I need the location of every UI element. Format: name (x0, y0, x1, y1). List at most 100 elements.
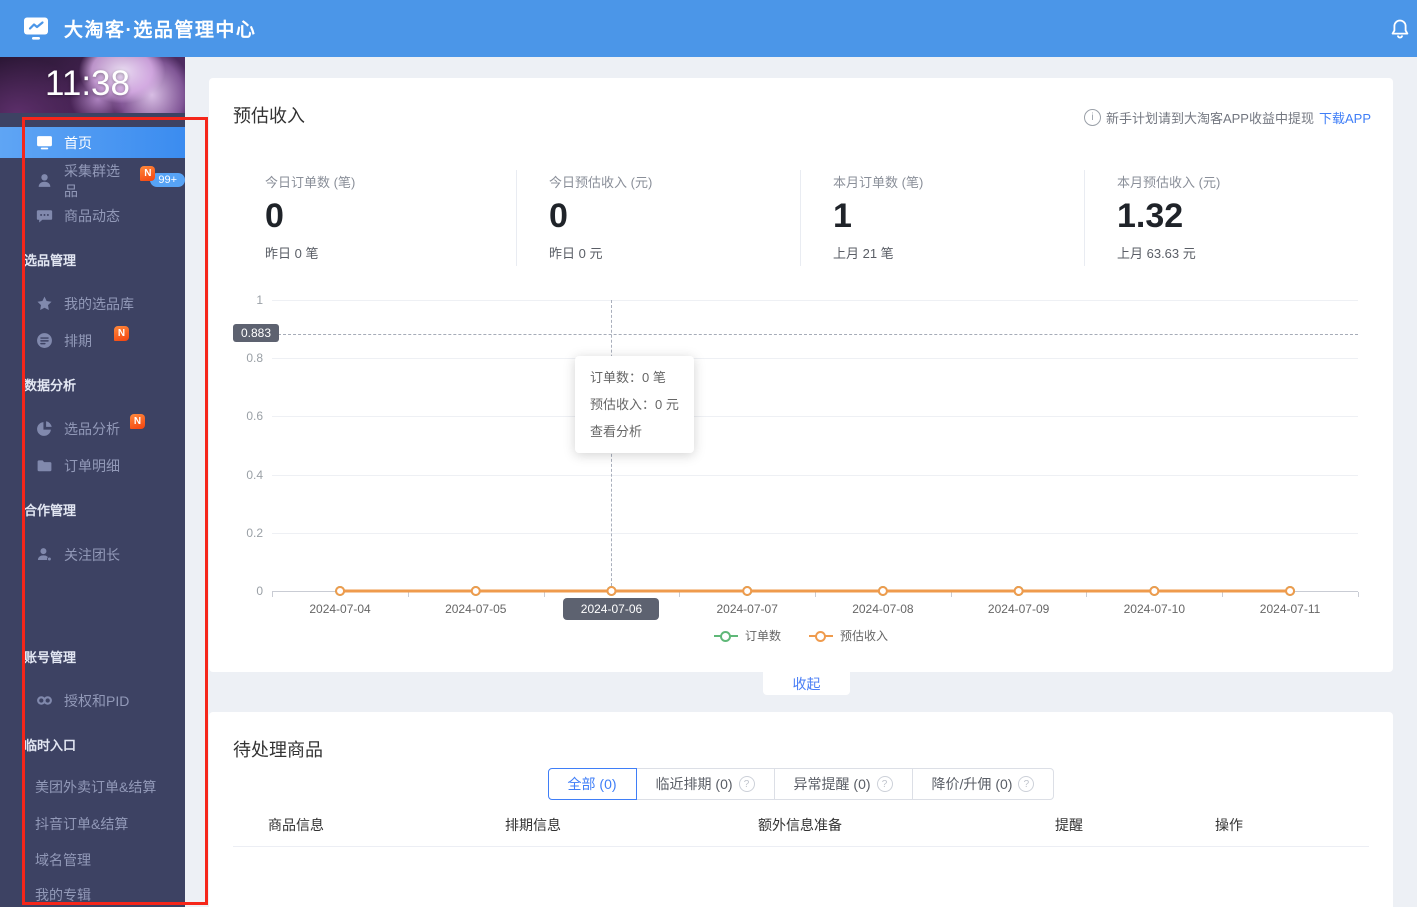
help-icon[interactable]: ? (738, 776, 755, 792)
collapse-button[interactable]: 收起 (763, 672, 850, 695)
sidebar-link-douyin-orders[interactable]: 抖音订单&结算 (35, 814, 128, 834)
list-circle-icon (37, 333, 52, 348)
xlabel: 2024-07-07 (716, 602, 778, 616)
sidebar-item-label: 订单明细 (64, 457, 120, 474)
estimated-revenue-card: 预估收入 i 新手计划请到大淘客APP收益中提现 下载APP 今日订单数 (笔)… (209, 78, 1393, 672)
download-app-link[interactable]: 下载APP (1319, 108, 1371, 127)
ytick: 0.8 (246, 351, 263, 366)
tab-price-drop-commission[interactable]: 降价/升佣 (0) ? (911, 768, 1055, 800)
sidebar-item-label: 授权和PID (64, 692, 130, 709)
sidebar-item-product-updates[interactable]: 商品动态 (0, 200, 185, 231)
legend-label: 订单数 (744, 629, 781, 643)
sidebar-item-label: 采集群选品 (64, 162, 120, 199)
tab-label: 异常提醒 (0) (793, 776, 871, 792)
sidebar-item-my-library[interactable]: 我的选品库 (0, 288, 185, 319)
stat-label: 本月订单数 (笔) (833, 175, 924, 190)
btick (1357, 592, 1359, 597)
tooltip-orders: 订单数：0 笔 (590, 370, 666, 385)
star-icon (37, 296, 52, 310)
user-icon (38, 174, 51, 187)
sidebar-item-label: 我的选品库 (64, 295, 134, 312)
sidebar-section-data-analysis: 数据分析 (24, 378, 77, 393)
tab-label: 降价/升佣 (0) (931, 776, 1013, 792)
stat-sub: 上月 63.63 元 (1117, 246, 1196, 261)
stat-sub: 昨日 0 元 (549, 246, 603, 261)
count-badge: 99+ (150, 172, 185, 187)
pending-card-title: 待处理商品 (233, 740, 323, 760)
sidebar-item-order-details[interactable]: 订单明细 (0, 450, 185, 481)
tab-upcoming-schedule[interactable]: 临近排期 (0) ? (635, 768, 775, 800)
ytick: 1 (256, 293, 263, 307)
stat-month-orders: 本月订单数 (笔) 1 上月 21 笔 (801, 170, 1085, 266)
btick (407, 592, 409, 597)
stat-value: 0 (265, 197, 284, 235)
help-icon[interactable]: ? (876, 776, 893, 792)
stat-today-orders: 今日订单数 (笔) 0 昨日 0 笔 (233, 170, 517, 266)
sidebar: 11:38 首页 采集群选品 N 99+ 商品动态 选品管理 我的选品库 排期 … (0, 57, 185, 907)
sidebar-item-label: 排期 (64, 332, 92, 349)
legend-revenue[interactable]: 预估收入 (809, 627, 888, 644)
btick (1086, 592, 1088, 597)
sidebar-item-home[interactable]: 首页 (0, 127, 185, 158)
legend-label: 预估收入 (840, 629, 889, 643)
sidebar-item-collection-groups[interactable]: 采集群选品 N 99+ (0, 163, 185, 199)
stat-sub: 昨日 0 笔 (265, 246, 319, 261)
tab-abnormal-alerts[interactable]: 异常提醒 (0) ? (773, 768, 913, 800)
sidebar-link-my-albums[interactable]: 我的专辑 (35, 885, 91, 905)
tooltip-view-analysis-link[interactable]: 查看分析 (590, 418, 679, 445)
stat-today-revenue: 今日预估收入 (元) 0 昨日 0 元 (517, 170, 801, 266)
tab-label: 临近排期 (0) (655, 776, 733, 792)
grid (272, 532, 1358, 534)
stats-row: 今日订单数 (笔) 0 昨日 0 笔 今日预估收入 (元) 0 昨日 0 元 本… (233, 170, 1369, 266)
xlabel: 2024-07-06 (563, 598, 660, 620)
stat-value: 0 (549, 197, 568, 235)
xlabel: 2024-07-09 (987, 602, 1050, 616)
column-schedule-info: 排期信息 (505, 817, 561, 833)
sidebar-item-label: 首页 (64, 134, 92, 151)
chart-legend: 订单数 预估收入 (233, 627, 1369, 644)
grid (272, 358, 1358, 360)
new-badge: N (114, 326, 129, 341)
help-icon[interactable]: ? (1018, 776, 1035, 792)
legend-orders[interactable]: 订单数 (713, 627, 781, 644)
notification-bell-icon[interactable] (1389, 17, 1411, 41)
mbadge: 0.883 (233, 324, 280, 343)
tab-label: 全部 (0) (567, 776, 617, 792)
person-add-icon (37, 548, 52, 562)
stat-value: 1 (833, 197, 852, 235)
sidebar-section-cooperation: 合作管理 (24, 503, 77, 518)
comment-icon (36, 210, 53, 223)
app-logo-icon (22, 15, 52, 42)
sidebar-item-schedule[interactable]: 排期 N (0, 325, 185, 356)
btick (950, 592, 952, 597)
app-title: 大淘客·选品管理中心 (64, 20, 257, 41)
stat-label: 本月预估收入 (元) (1117, 175, 1221, 190)
stat-value: 1.32 (1117, 197, 1184, 235)
sidebar-section-account: 账号管理 (24, 650, 77, 665)
sidebar-item-label: 关注团长 (64, 546, 120, 563)
sidebar-link-domain-management[interactable]: 域名管理 (35, 850, 91, 870)
sidebar-item-selection-analysis[interactable]: 选品分析 N (0, 413, 185, 444)
monitor-icon (37, 136, 52, 150)
sidebar-section-product-management: 选品管理 (24, 253, 77, 268)
pie-chart-icon (37, 421, 52, 436)
column-extra-info: 额外信息准备 (758, 817, 842, 833)
sidebar-banner-image: 11:38 (0, 57, 185, 113)
sidebar-item-follow-leaders[interactable]: 关注团长 (0, 539, 185, 570)
sidebar-link-meituan-orders[interactable]: 美团外卖订单&结算 (35, 777, 156, 797)
pending-table-header: 商品信息 排期信息 额外信息准备 提醒 操作 (209, 815, 1393, 845)
tab-all[interactable]: 全部 (0) (547, 768, 637, 800)
ytick: 0 (256, 584, 263, 598)
new-badge: N (130, 414, 145, 429)
info-icon: i (1083, 109, 1101, 126)
clock: 11:38 (45, 64, 130, 103)
btick (543, 592, 545, 597)
btick (1222, 592, 1224, 597)
sidebar-item-authorization-pid[interactable]: 授权和PID (0, 685, 185, 716)
column-actions: 操作 (1215, 817, 1243, 833)
ytick: 0.6 (246, 409, 263, 424)
newbie-notice: i 新手计划请到大淘客APP收益中提现 下载APP (1083, 108, 1371, 127)
revenue-line-chart[interactable]: 订单数：0 笔 预估收入：0 元 查看分析 订单数 预估收入 0 0.2 0.4 0.… (233, 290, 1369, 652)
column-product-info: 商品信息 (268, 817, 324, 833)
stat-sub: 上月 21 笔 (833, 246, 894, 261)
